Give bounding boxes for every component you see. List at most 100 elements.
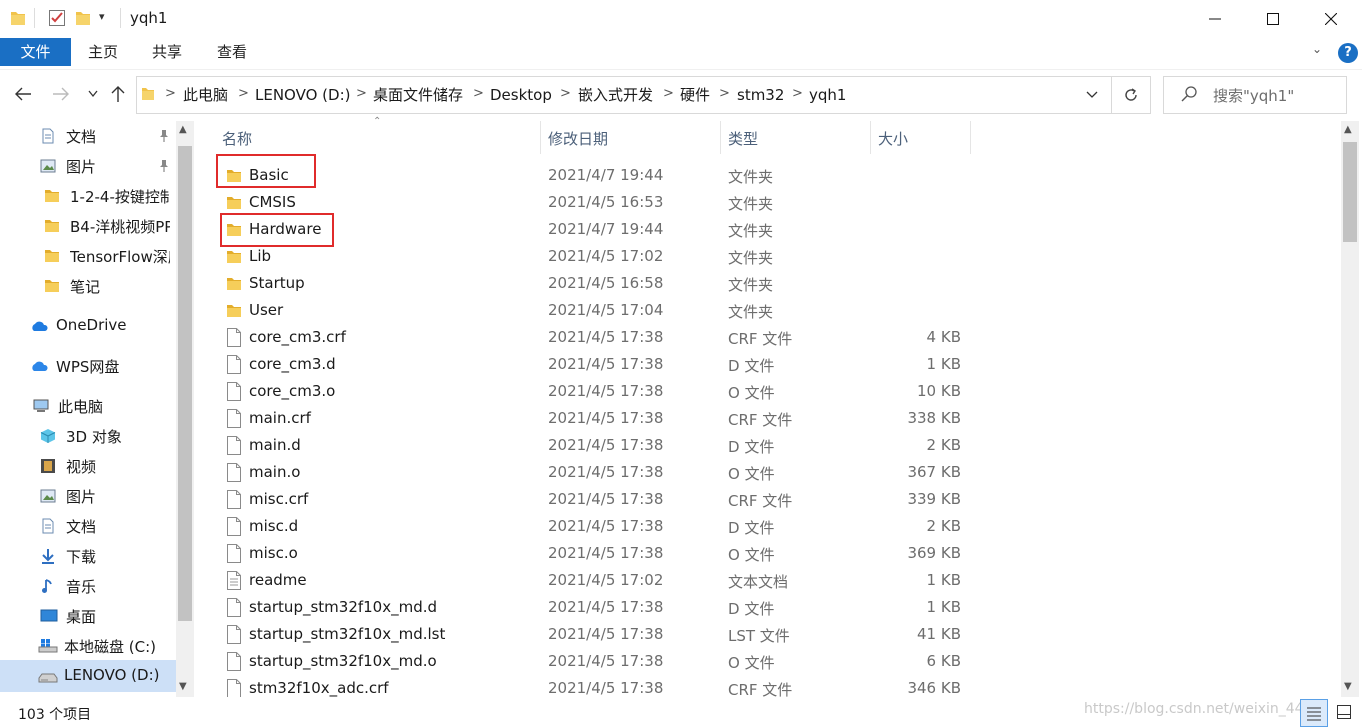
file-row[interactable]: User 2021/4/5 17:04 文件夹: [216, 297, 976, 324]
quick-access-dropdown-icon[interactable]: ▾: [99, 10, 105, 23]
ribbon-expand-icon[interactable]: ⌄: [1312, 42, 1322, 56]
file-row[interactable]: readme 2021/4/5 17:02 文本文档 1 KB: [216, 567, 976, 594]
pin-icon[interactable]: [158, 129, 170, 143]
nav-item[interactable]: 3D 对象: [0, 421, 176, 451]
tab-share[interactable]: 共享: [152, 38, 182, 66]
file-row[interactable]: startup_stm32f10x_md.o 2021/4/5 17:38 O 文件…: [216, 648, 976, 675]
breadcrumb-desktop-storage[interactable]: 桌面文件储存: [373, 85, 463, 105]
nav-item[interactable]: LENOVO (D:): [0, 661, 176, 691]
scroll-down-icon[interactable]: ▼: [1344, 681, 1352, 692]
file-row[interactable]: startup_stm32f10x_md.lst 2021/4/5 17:38 LS…: [216, 621, 976, 648]
file-row[interactable]: main.o 2021/4/5 17:38 O 文件 367 KB: [216, 459, 976, 486]
forward-arrow-icon[interactable]: [52, 86, 70, 102]
breadcrumb-separator-icon[interactable]: >: [663, 86, 674, 101]
file-date: 2021/4/5 17:02: [548, 571, 664, 589]
back-arrow-icon[interactable]: [14, 86, 32, 102]
tab-home[interactable]: 主页: [88, 38, 118, 66]
file-row[interactable]: misc.crf 2021/4/5 17:38 CRF 文件 339 KB: [216, 486, 976, 513]
nav-scroll-down-icon[interactable]: ▼: [179, 681, 187, 692]
breadcrumb-yqh1[interactable]: yqh1: [809, 85, 846, 105]
file-size: 2 KB: [926, 517, 961, 535]
file-row[interactable]: main.d 2021/4/5 17:38 D 文件 2 KB: [216, 432, 976, 459]
file-icon: [226, 517, 242, 536]
file-icon: [226, 598, 242, 617]
nav-scroll-up-icon[interactable]: ▲: [179, 124, 187, 135]
breadcrumb-stm32[interactable]: stm32: [737, 85, 784, 105]
new-folder-icon[interactable]: [75, 9, 91, 27]
tab-view[interactable]: 查看: [217, 38, 247, 66]
file-name: misc.crf: [249, 490, 309, 508]
nav-item[interactable]: 视频: [0, 451, 176, 481]
title-bar: [0, 0, 1362, 38]
breadcrumb-separator-icon[interactable]: >: [238, 86, 249, 101]
nav-scrollbar-thumb[interactable]: [178, 146, 192, 621]
file-row[interactable]: CMSIS 2021/4/5 16:53 文件夹: [216, 189, 976, 216]
nav-item[interactable]: 文档: [0, 511, 176, 541]
file-row[interactable]: core_cm3.d 2021/4/5 17:38 D 文件 1 KB: [216, 351, 976, 378]
file-row[interactable]: misc.o 2021/4/5 17:38 O 文件 369 KB: [216, 540, 976, 567]
column-header-type[interactable]: 类型: [728, 128, 758, 148]
breadcrumb-this-pc[interactable]: 此电脑: [183, 85, 228, 105]
file-icon: [226, 679, 242, 698]
minimize-button[interactable]: [1186, 0, 1244, 38]
breadcrumb-separator-icon[interactable]: >: [356, 86, 367, 101]
help-icon[interactable]: ?: [1338, 43, 1358, 63]
breadcrumb-embedded-dev[interactable]: 嵌入式开发: [578, 85, 653, 105]
nav-item[interactable]: 桌面: [0, 601, 176, 631]
file-row[interactable]: main.crf 2021/4/5 17:38 CRF 文件 338 KB: [216, 405, 976, 432]
nav-item[interactable]: 文档: [0, 121, 176, 151]
nav-item[interactable]: 1-2-4-按键控制l: [0, 181, 176, 211]
column-header-name[interactable]: 名称: [222, 128, 252, 148]
search-input-placeholder[interactable]: 搜索"yqh1": [1213, 85, 1294, 106]
recent-locations-chevron-icon[interactable]: [88, 90, 98, 98]
nav-item[interactable]: TensorFlow深度: [0, 241, 176, 271]
scroll-up-icon[interactable]: ▲: [1344, 124, 1352, 135]
large-icons-view-button[interactable]: [1331, 699, 1357, 725]
pin-icon[interactable]: [158, 159, 170, 173]
breadcrumb-separator-icon[interactable]: >: [719, 86, 730, 101]
refresh-button[interactable]: [1112, 76, 1151, 114]
close-button[interactable]: [1302, 0, 1360, 38]
file-row[interactable]: core_cm3.o 2021/4/5 17:38 O 文件 10 KB: [216, 378, 976, 405]
file-row[interactable]: Startup 2021/4/5 16:58 文件夹: [216, 270, 976, 297]
file-row[interactable]: core_cm3.crf 2021/4/5 17:38 CRF 文件 4 KB: [216, 324, 976, 351]
file-row[interactable]: Basic 2021/4/7 19:44 文件夹: [216, 162, 976, 189]
file-list-scrollbar-thumb[interactable]: [1343, 142, 1357, 242]
column-header-date[interactable]: 修改日期: [548, 128, 608, 148]
maximize-button[interactable]: [1244, 0, 1302, 38]
file-row[interactable]: Lib 2021/4/5 17:02 文件夹: [216, 243, 976, 270]
nav-item[interactable]: 图片: [0, 481, 176, 511]
address-history-chevron-icon[interactable]: [1086, 91, 1098, 99]
refresh-icon: [1123, 87, 1139, 103]
breadcrumb-separator-icon[interactable]: >: [792, 86, 803, 101]
tab-file[interactable]: 文件: [0, 38, 71, 66]
nav-item[interactable]: 图片: [0, 151, 176, 181]
nav-item[interactable]: OneDrive: [0, 311, 176, 341]
breadcrumb-lenovo-d[interactable]: LENOVO (D:): [255, 85, 350, 105]
file-size: 4 KB: [926, 328, 961, 346]
file-row[interactable]: startup_stm32f10x_md.d 2021/4/5 17:38 D 文件…: [216, 594, 976, 621]
nav-item[interactable]: B4-洋桃视频PPT: [0, 211, 176, 241]
breadcrumb-separator-icon[interactable]: >: [560, 86, 571, 101]
file-icon: [226, 355, 242, 374]
nav-item[interactable]: 笔记: [0, 271, 176, 301]
nav-item[interactable]: 本地磁盘 (C:): [0, 631, 176, 661]
file-type: D 文件: [728, 438, 775, 456]
up-arrow-icon[interactable]: [111, 85, 125, 103]
column-header-size[interactable]: 大小: [878, 128, 908, 148]
file-date: 2021/4/5 17:38: [548, 517, 664, 535]
properties-check-icon[interactable]: [48, 9, 66, 27]
nav-item-label: 下载: [66, 548, 97, 566]
file-date: 2021/4/5 16:58: [548, 274, 664, 292]
breadcrumb-separator-icon[interactable]: >: [473, 86, 484, 101]
nav-item[interactable]: 音乐: [0, 571, 176, 601]
nav-item[interactable]: 此电脑: [0, 391, 176, 421]
file-row[interactable]: misc.d 2021/4/5 17:38 D 文件 2 KB: [216, 513, 976, 540]
file-type: 文本文档: [728, 573, 789, 591]
details-view-button[interactable]: [1300, 699, 1328, 727]
nav-item[interactable]: WPS网盘: [0, 351, 176, 381]
nav-item[interactable]: 下载: [0, 541, 176, 571]
breadcrumb-desktop[interactable]: Desktop: [490, 85, 552, 105]
breadcrumb-hardware[interactable]: 硬件: [680, 85, 710, 105]
breadcrumb-separator-icon[interactable]: >: [165, 86, 176, 101]
